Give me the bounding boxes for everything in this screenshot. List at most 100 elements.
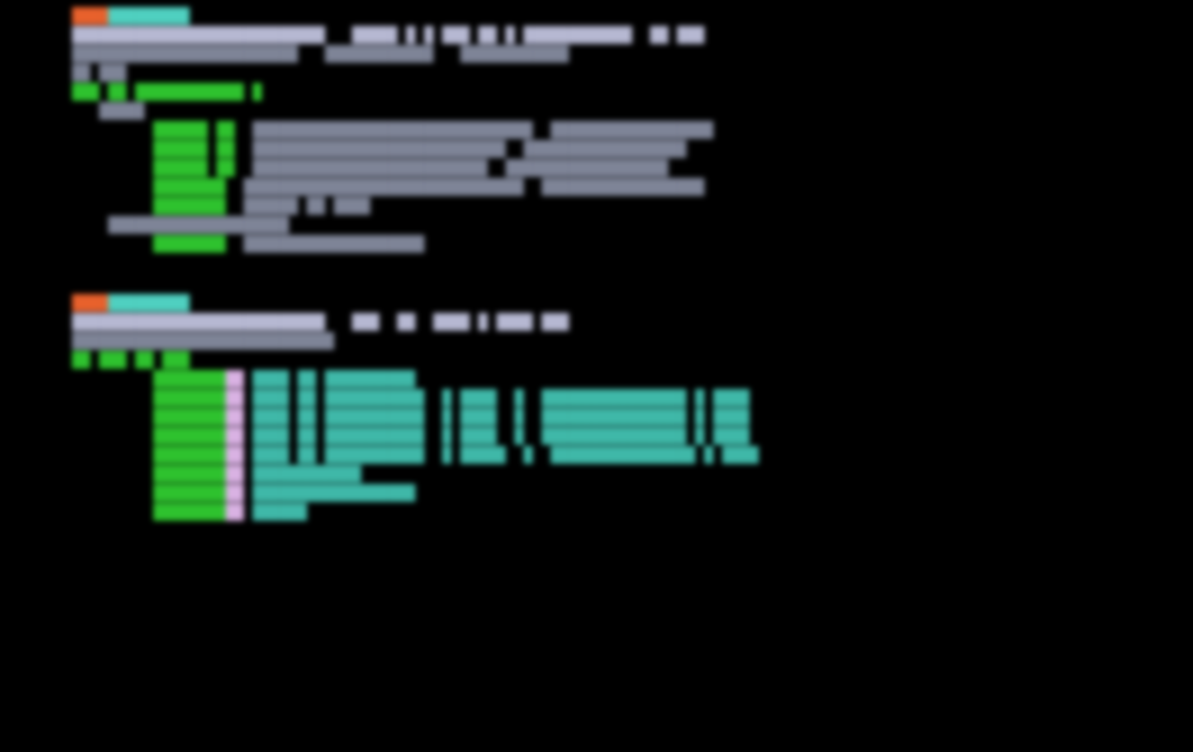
code-token: ████████ (72, 389, 226, 407)
code-token: ████████ (72, 197, 226, 215)
code-token: ██ (225, 446, 244, 464)
code-text: ██████████ ████████████ (72, 464, 361, 484)
code-text: ████████ ██████ ██ ████ (72, 196, 370, 216)
code-text: █████████████████████████ ████████████ █… (72, 44, 569, 64)
code-line: ██████████ ██████████████████ (0, 483, 1193, 503)
code-text: █████████████████████████████ (72, 331, 334, 351)
code-line: ██████ ██ ██████████████████████████ ███… (0, 158, 1193, 178)
code-line: ████████ ████████████████████ (0, 234, 1193, 254)
code-line: ████████ ███████████████████████████████… (0, 177, 1193, 197)
code-token: ██████ ██ (72, 121, 235, 139)
code-token: ██ (225, 484, 244, 502)
code-token: █████████ (108, 7, 190, 25)
code-token: ██████ (243, 503, 307, 521)
code-token: ████████ (72, 235, 226, 253)
code-line: ████████████████████ (0, 215, 1193, 235)
code-line: ██ ███ ██ ███ (0, 350, 1193, 370)
code-text: ████████ ███████████████████████████████… (72, 177, 704, 197)
code-token: ████████████████████████████ ███ ██ ████… (72, 313, 569, 331)
code-token: ██ (225, 427, 244, 445)
code-token: ████████ (72, 465, 226, 483)
code-token: ████████████ (243, 465, 361, 483)
code-text: ████████████████████████████ ███ ██ ████… (72, 312, 569, 332)
code-token: ████████ (72, 503, 226, 521)
code-text: ███ ██ ████████████ █ (72, 82, 262, 102)
code-text: ████████████████████████████ █████ █ █ █… (72, 25, 704, 45)
code-line: ██████ ██ ██████████████████████████████… (0, 120, 1193, 140)
code-text: ██████ ██ ██████████████████████████████… (72, 120, 713, 140)
code-token: ██████ ██ (72, 140, 235, 158)
code-token: ████ (72, 294, 109, 312)
code-token: ████████████████████ (72, 216, 289, 234)
code-line: █████████████ (0, 293, 1193, 313)
code-token: █████ (72, 102, 145, 120)
code-token: ████████ (72, 178, 226, 196)
code-token: ███ ██ ████████████ █ (72, 83, 262, 101)
terminal-code-view[interactable]: █████████████ ███████████████████████████… (0, 0, 1193, 752)
code-line: █████████████████████████ ████████████ █… (0, 44, 1193, 64)
code-text: █████████████ (72, 293, 189, 313)
code-text: ██ ███ (72, 63, 126, 83)
code-line: █████████████████████████████ (0, 331, 1193, 351)
code-token: █████████████████████████ ████████████ █… (72, 45, 569, 63)
code-line: █████ (0, 101, 1193, 121)
code-token: ████ (72, 7, 109, 25)
code-token: ██ ███ (72, 64, 127, 82)
code-token: ██████ ██ ████ (225, 197, 371, 215)
code-text: ██ ███ ██ ███ (72, 350, 189, 370)
code-line: ██████████ ████ ██ ██████████ (0, 369, 1193, 389)
code-text: ██████████ ████ ██ ██████████ (72, 369, 415, 389)
code-token: ██████████████████████████ █████████████… (234, 159, 669, 177)
code-token: █████████████████████████████ (72, 332, 334, 350)
code-text: ██████████ ████ ██ ███████████ █ █████ █… (72, 445, 758, 465)
code-token: ████████ (72, 427, 226, 445)
code-token: ██ (225, 465, 244, 483)
code-text: ████████ ████████████████████ (72, 234, 424, 254)
code-token: ████ ██ ███████████ █ █████ █ ██████████… (243, 446, 759, 464)
code-text: ██████████ ██████ (72, 502, 307, 522)
code-line: ████████████████████████████ ███ ██ ████… (0, 312, 1193, 332)
code-line: ██████████ ████ ██ ███████████ █ █████ █… (0, 445, 1193, 465)
code-token: ██ (225, 503, 244, 521)
code-text: ██████ ██ ████████████████████████████ █… (72, 139, 686, 159)
code-line: ██████████ ██████ (0, 502, 1193, 522)
code-line: ███ ██ ████████████ █ (0, 82, 1193, 102)
code-text: ██████████ ██████████████████ (72, 483, 415, 503)
code-line: ██████████ ████ ██ ███████████ █ ████ █ … (0, 407, 1193, 427)
code-text: ████████████████████ (72, 215, 289, 235)
code-token: ████ ██ ███████████ █ ████ █ ███████████… (243, 389, 750, 407)
code-token: ████████ (72, 370, 226, 388)
code-token: ██ (225, 389, 244, 407)
code-line: ████████ ██████ ██ ████ (0, 196, 1193, 216)
code-token: ████████ (72, 484, 226, 502)
code-token: ██ (225, 370, 244, 388)
code-token: ████████████████████ (225, 235, 425, 253)
code-line: ██████ ██ ████████████████████████████ █… (0, 139, 1193, 159)
code-token: ██ ███ ██ ███ (72, 351, 190, 369)
code-text: ██████████ ████ ██ ███████████ █ ████ █ … (72, 388, 749, 408)
code-token: ████████████████████████████ █████ █ █ █… (72, 26, 705, 44)
code-token: ██████ ██ (72, 159, 235, 177)
code-text: █████ (72, 101, 144, 121)
code-token: ████████████████████████████ ███████████… (234, 140, 687, 158)
code-text: █████████████ (72, 6, 189, 26)
code-line: ██████████ ████ ██ ███████████ █ ████ █ … (0, 388, 1193, 408)
code-line: █████████████ (0, 6, 1193, 26)
code-text: ██████ ██ ██████████████████████████ ███… (72, 158, 668, 178)
code-token: ███████████████████████████████ ████████… (234, 121, 714, 139)
code-token: ████ ██ ██████████ (243, 370, 416, 388)
code-line: ██████████ ████████████ (0, 464, 1193, 484)
code-text: ██████████ ████ ██ ███████████ █ ████ █ … (72, 426, 749, 446)
code-token: ████████ (72, 446, 226, 464)
code-token: ██████████████████ (243, 484, 416, 502)
code-text: ██████████ ████ ██ ███████████ █ ████ █ … (72, 407, 749, 427)
code-line: ██████████ ████ ██ ███████████ █ ████ █ … (0, 426, 1193, 446)
code-token: █████████ (108, 294, 190, 312)
code-token: ████ ██ ███████████ █ ████ █ ███████████… (243, 427, 750, 445)
code-token: ████ ██ ███████████ █ ████ █ ███████████… (243, 408, 750, 426)
code-token: ██ (225, 408, 244, 426)
code-line: ████████████████████████████ █████ █ █ █… (0, 25, 1193, 45)
code-token: ████████ (72, 408, 226, 426)
code-line: ██ ███ (0, 63, 1193, 83)
code-token: ███████████████████████████████ ████████… (225, 178, 705, 196)
